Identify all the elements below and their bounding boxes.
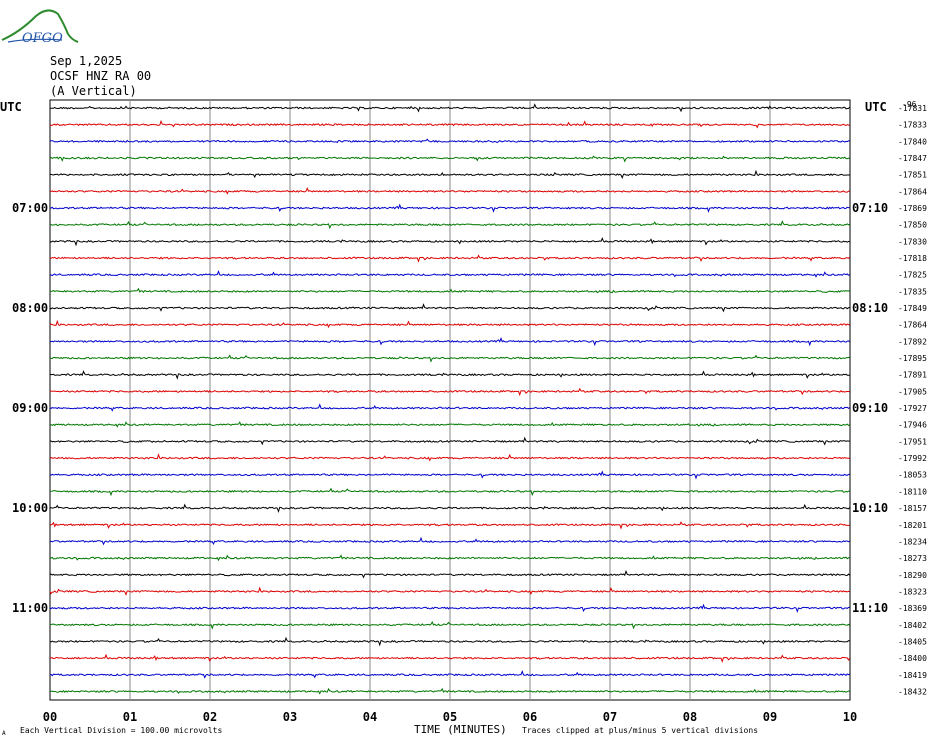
trace-offset-label: -18110 (898, 487, 927, 496)
left-time-label: 08:00 (12, 301, 48, 315)
x-tick-label: 08 (683, 710, 697, 724)
x-tick-label: 05 (443, 710, 457, 724)
corner-mark: A (2, 730, 6, 737)
x-tick-label: 09 (763, 710, 777, 724)
trace-offset-label: -17864 (898, 321, 927, 330)
trace-offset-label: -17895 (898, 354, 927, 363)
x-tick-label: 02 (203, 710, 217, 724)
trace-offset-label: -18402 (898, 621, 927, 630)
x-tick-label: 04 (363, 710, 377, 724)
trace-offset-label: -18157 (898, 504, 927, 513)
x-tick-label: 00 (43, 710, 57, 724)
x-tick-label: 01 (123, 710, 137, 724)
helicorder-figure: OFGO Sep 1,2025 OCSF HNZ RA 00 (A Vertic… (0, 0, 930, 744)
trace-offset-label: -17847 (898, 154, 927, 163)
trace-offset-label: -18234 (898, 537, 927, 546)
right-time-label: 11:10 (852, 601, 888, 615)
grid (49, 99, 851, 701)
trace-offset-label: -18419 (898, 671, 927, 680)
trace-offset-label: -17992 (898, 454, 927, 463)
left-time-label: 11:00 (12, 601, 48, 615)
right-time-label: 07:10 (852, 201, 888, 215)
trace-offset-label: -17825 (898, 271, 927, 280)
trace-offset-label: -17951 (898, 437, 927, 446)
trace-offset-label: -18201 (898, 521, 927, 530)
right-time-label: 09:10 (852, 401, 888, 415)
helicorder-plot: UTC UTC -96 TIME (MINUTES) Each Vertical… (0, 99, 927, 737)
trace-offset-label: -17818 (898, 254, 927, 263)
clip-note: Traces clipped at plus/minus 5 vertical … (522, 726, 758, 735)
trace-offset-label: -17831 (898, 104, 927, 113)
right-time-label: 10:10 (852, 501, 888, 515)
trace-offset-label: -17849 (898, 304, 927, 313)
trace-offset-label: -17850 (898, 221, 927, 230)
trace-offset-label: -17835 (898, 287, 927, 296)
trace-offset-label: -17927 (898, 404, 927, 413)
left-time-label: 07:00 (12, 201, 48, 215)
scale-note: Each Vertical Division = 100.00 microvol… (20, 726, 222, 735)
trace-offset-label: -18053 (898, 471, 927, 480)
x-tick-label: 10 (843, 710, 857, 724)
trace-offset-label: -17946 (898, 421, 927, 430)
trace-offset-label: -18405 (898, 637, 927, 646)
utc-right-label: UTC (865, 100, 887, 114)
trace-offset-label: -18369 (898, 604, 927, 613)
left-time-label: 10:00 (12, 501, 48, 515)
x-tick-label: 07 (603, 710, 617, 724)
utc-left-label: UTC (0, 100, 22, 114)
trace-offset-label: -18290 (898, 571, 927, 580)
x-tick-label: 06 (523, 710, 537, 724)
trace-offset-label: -17905 (898, 387, 927, 396)
trace-offset-label: -18432 (898, 687, 927, 696)
right-time-label: 08:10 (852, 301, 888, 315)
trace-offset-label: -17891 (898, 371, 927, 380)
x-axis-title: TIME (MINUTES) (414, 723, 507, 736)
trace-offset-label: -17892 (898, 337, 927, 346)
trace-offset-label: -17830 (898, 237, 927, 246)
trace-offset-label: -17840 (898, 137, 927, 146)
trace-offset-label: -18323 (898, 587, 927, 596)
trace-offset-label: -17833 (898, 121, 927, 130)
trace-offset-label: -17864 (898, 187, 927, 196)
x-tick-label: 03 (283, 710, 297, 724)
trace-offset-label: -18273 (898, 554, 927, 563)
trace-offset-label: -17851 (898, 171, 927, 180)
trace-offset-label: -17869 (898, 204, 927, 213)
left-time-label: 09:00 (12, 401, 48, 415)
trace-offset-label: -18400 (898, 654, 927, 663)
